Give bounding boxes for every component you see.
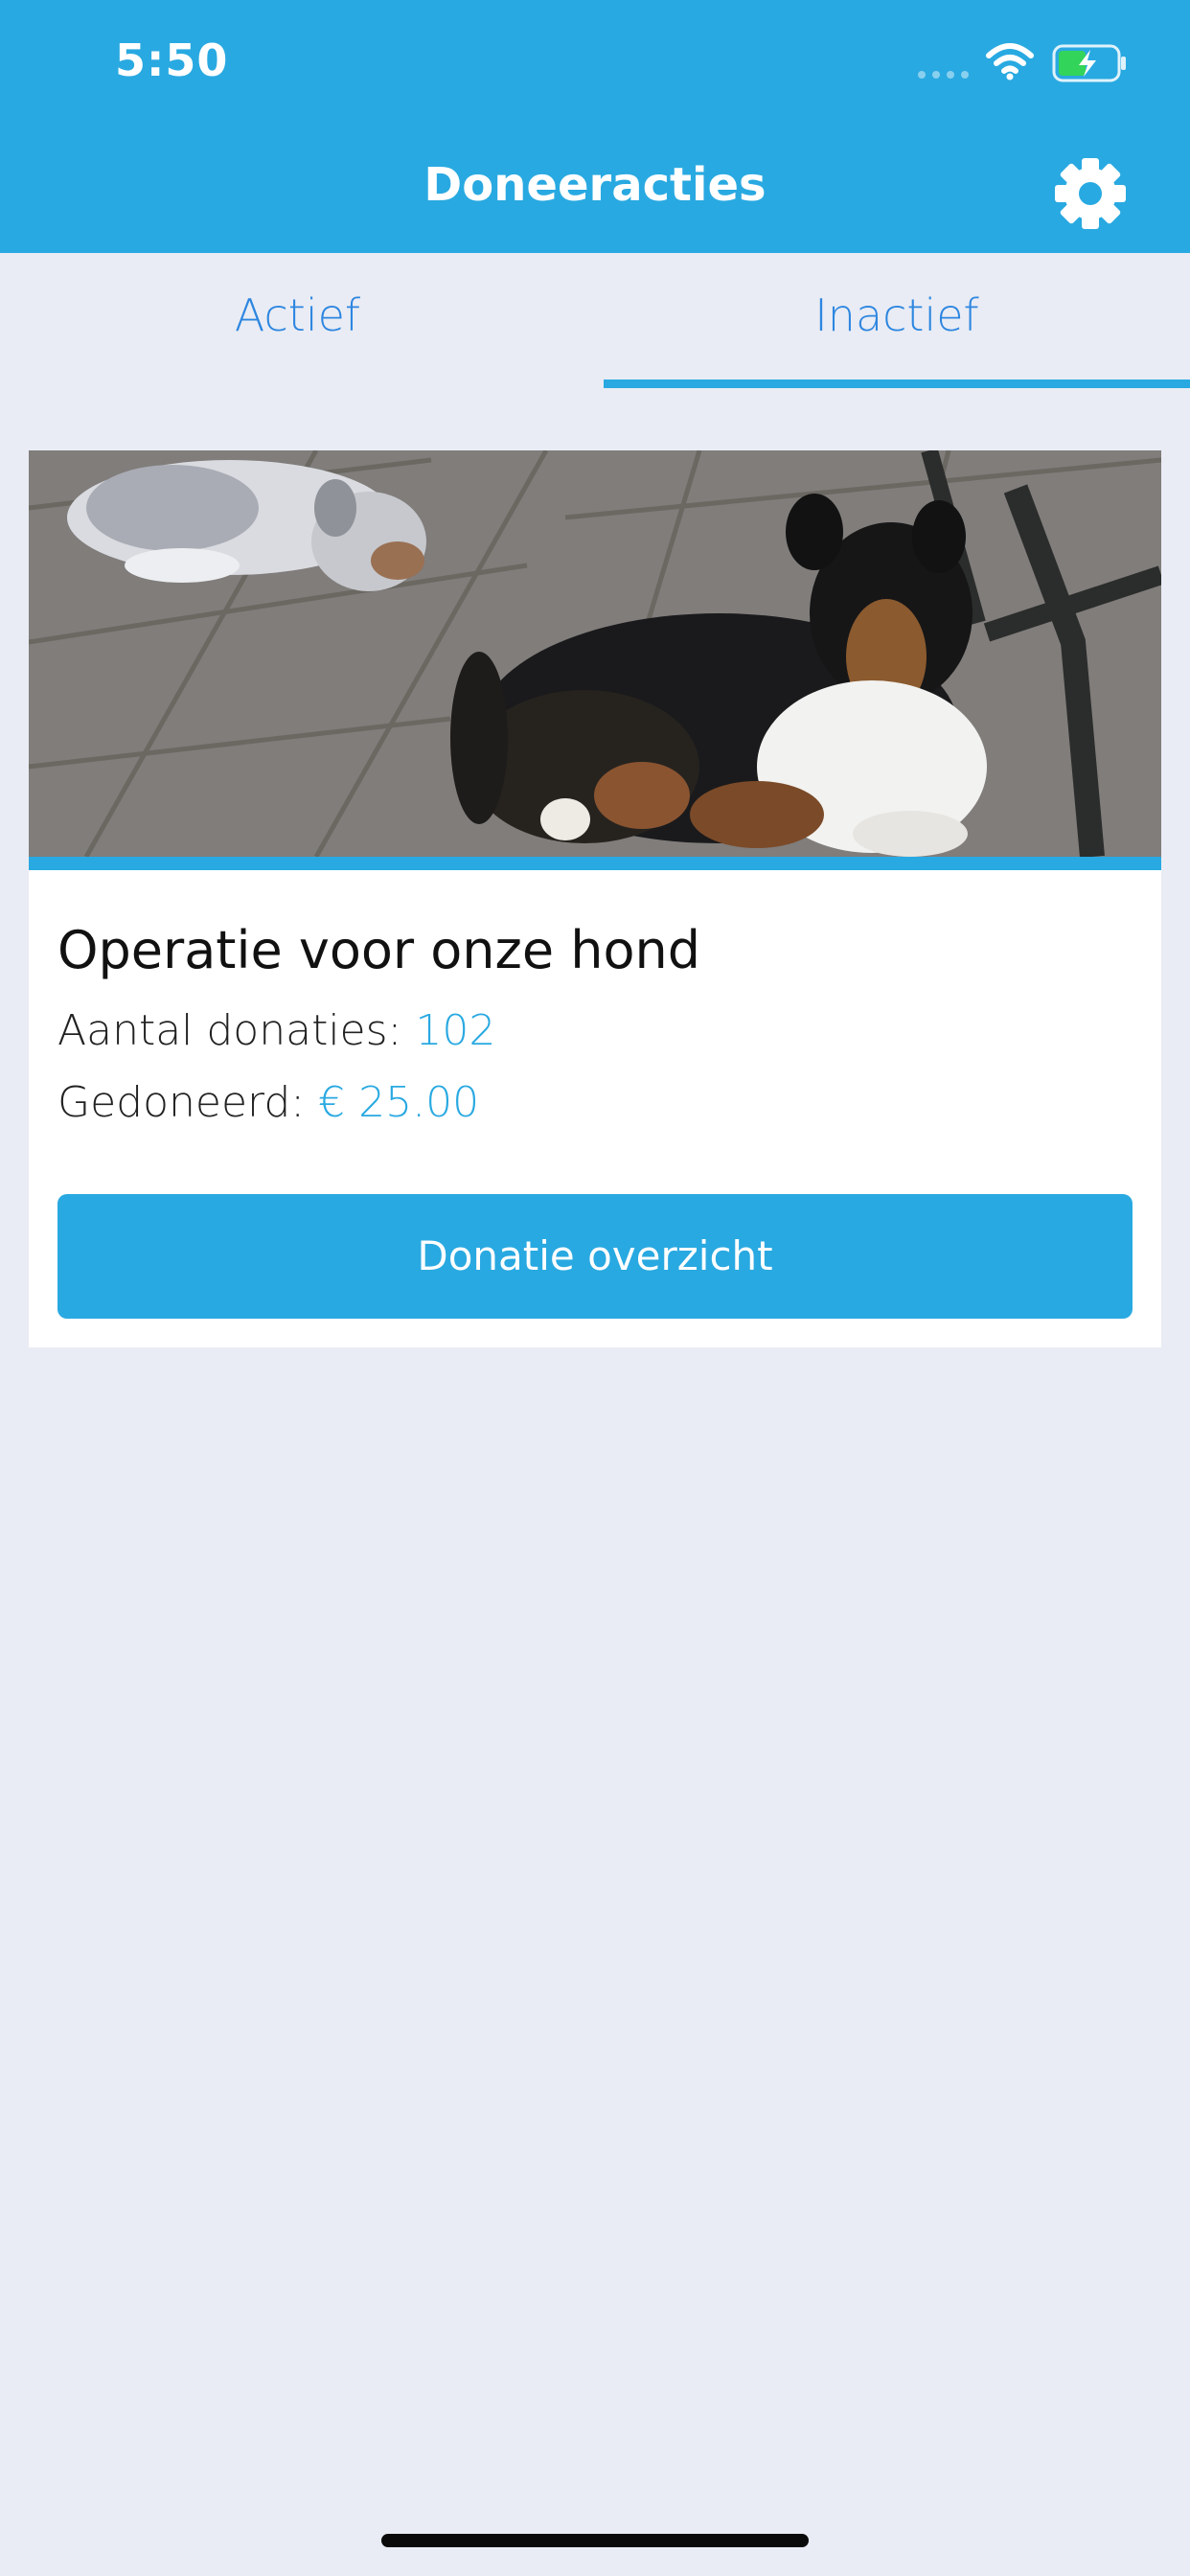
donated-amount-value: € 25.00 bbox=[318, 1078, 480, 1127]
donation-count-label: Aantal donaties: bbox=[57, 1006, 402, 1055]
home-indicator[interactable] bbox=[381, 2534, 809, 2547]
tab-bar: Actief Inactief bbox=[0, 253, 1190, 388]
image-accent-bar bbox=[29, 857, 1161, 870]
status-bar-time: 5:50 bbox=[115, 34, 229, 86]
campaign-title: Operatie voor onze hond bbox=[57, 920, 701, 980]
battery-charging-icon bbox=[1052, 44, 1126, 82]
donation-count-value: 102 bbox=[415, 1006, 496, 1055]
donated-amount-line: Gedoneerd: € 25.00 bbox=[57, 1078, 479, 1127]
donation-count-line: Aantal donaties: 102 bbox=[57, 1006, 495, 1055]
selected-tab-indicator bbox=[604, 380, 1190, 388]
app-header: 5:50 Doneeracties bbox=[0, 0, 1190, 253]
tab-actief[interactable]: Actief bbox=[0, 253, 595, 387]
tab-inactief[interactable]: Inactief bbox=[604, 253, 1190, 387]
campaign-card: Operatie voor onze hond Aantal donaties:… bbox=[29, 450, 1161, 1347]
campaign-photo bbox=[29, 450, 1161, 857]
page-title: Doneeracties bbox=[423, 158, 767, 212]
cellular-signal-icon bbox=[918, 71, 969, 79]
wifi-icon bbox=[986, 43, 1034, 80]
donation-overview-button[interactable]: Donatie overzicht bbox=[57, 1194, 1133, 1319]
donated-amount-label: Gedoneerd: bbox=[57, 1078, 306, 1127]
gear-icon[interactable] bbox=[1048, 151, 1133, 236]
